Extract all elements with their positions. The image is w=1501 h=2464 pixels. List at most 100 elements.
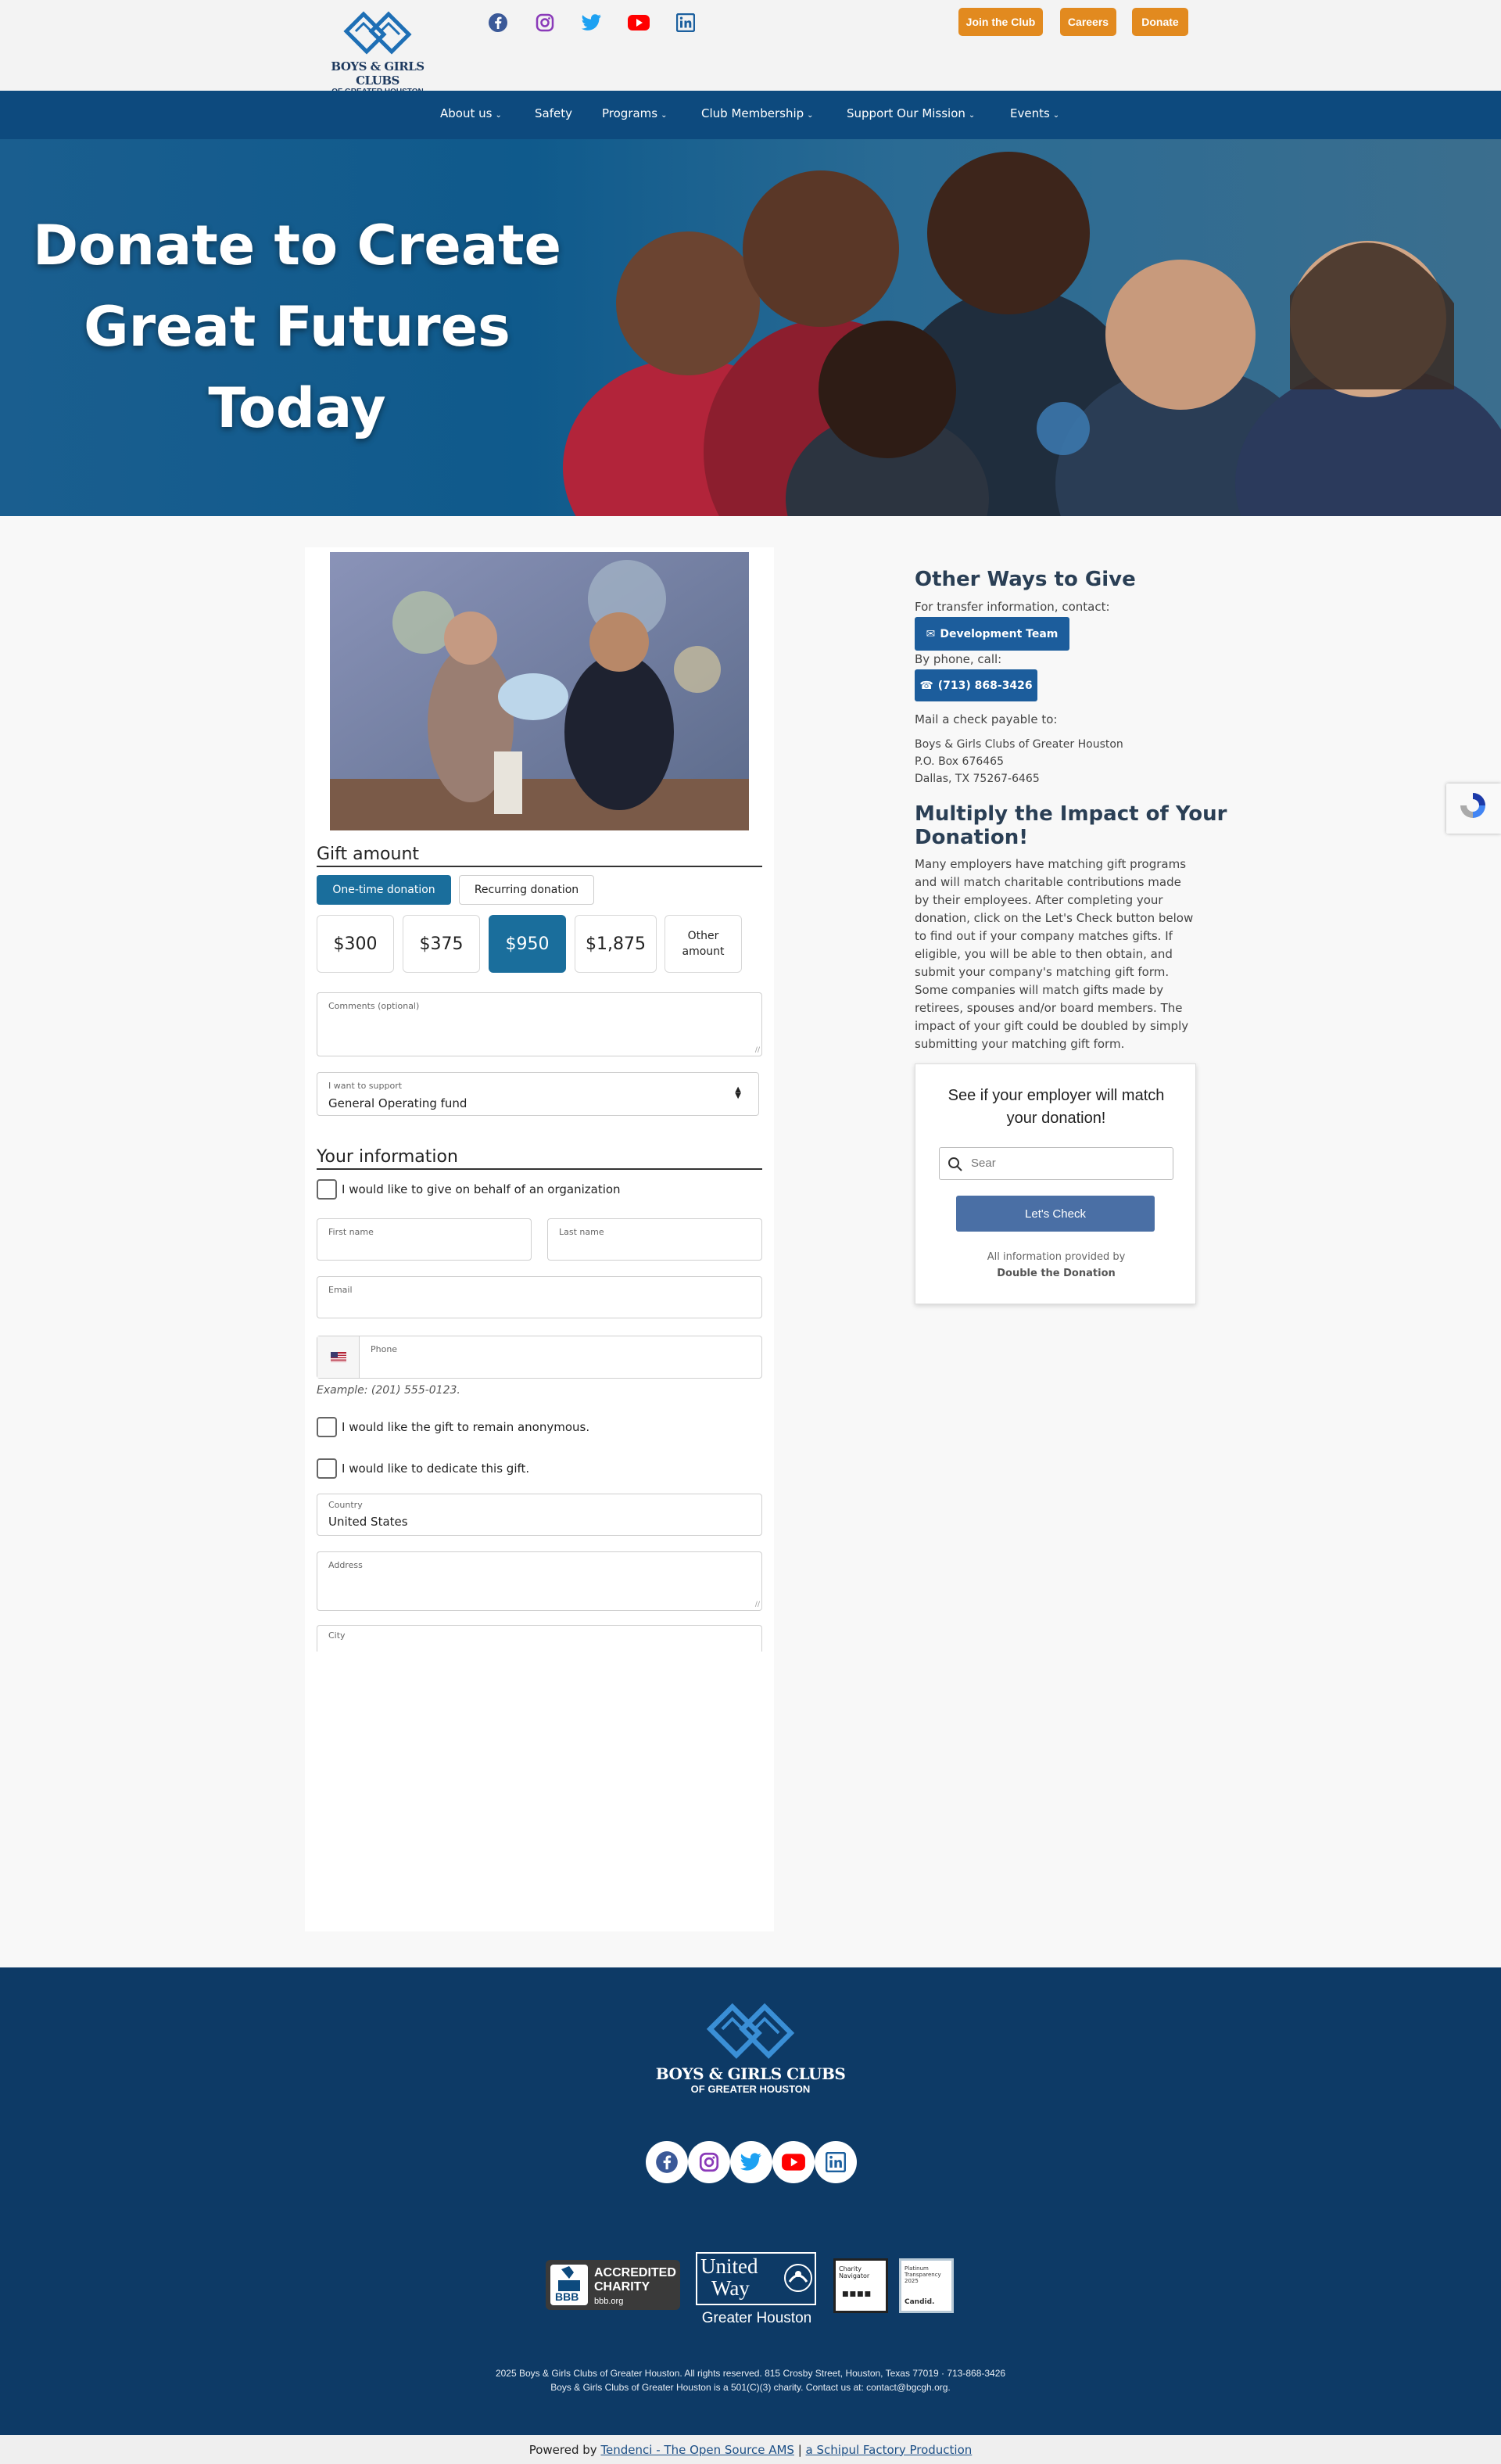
twitter-icon[interactable]	[579, 9, 605, 36]
science-kids-photo	[330, 552, 749, 830]
select-arrows-icon: ▲ ▼	[735, 1085, 741, 1100]
other-amount-option[interactable]: Other amount	[665, 915, 742, 973]
recaptcha-badge[interactable]	[1446, 784, 1501, 834]
support-value: General Operating fund	[328, 1096, 467, 1110]
first-name-field[interactable]: First name	[317, 1218, 532, 1261]
multiply-impact-heading: Multiply the Impact of Your Donation!	[915, 802, 1227, 849]
comments-textarea[interactable]: Comments (optional) ∕∕	[317, 992, 762, 1056]
footer-linkedin-icon[interactable]	[815, 2141, 857, 2183]
youtube-icon[interactable]	[625, 9, 652, 36]
charity-navigator-badge[interactable]: Charity Navigator ■■■■	[833, 2258, 888, 2313]
linkedin-icon[interactable]	[672, 9, 699, 36]
organization-checkbox[interactable]	[317, 1179, 337, 1200]
widget-attribution: All information provided by Double the D…	[915, 1249, 1197, 1282]
last-name-field[interactable]: Last name	[547, 1218, 762, 1261]
country-flag-selector[interactable]	[317, 1336, 360, 1378]
nav-label: Programs	[602, 106, 658, 120]
other-amount-label: Other	[687, 930, 719, 942]
nav-item-events[interactable]: Events ⌄	[1010, 106, 1059, 120]
employer-search-input[interactable]: Sear	[939, 1147, 1173, 1180]
phone-call-button[interactable]: ☎ (713) 868-3426	[915, 669, 1037, 701]
phone-icon: ☎	[919, 679, 933, 692]
double-the-donation-link[interactable]: Double the Donation	[915, 1265, 1197, 1282]
powered-by-text: Powered by	[528, 2442, 597, 2457]
anonymous-checkbox[interactable]	[317, 1417, 337, 1437]
phone-label: Phone	[371, 1344, 398, 1354]
chevron-down-icon: ⌄	[661, 111, 668, 120]
address-textarea[interactable]: Address ∕∕	[317, 1551, 762, 1611]
nav-item-club-membership[interactable]: Club Membership ⌄	[701, 106, 814, 120]
amount-option-375[interactable]: $375	[403, 915, 480, 973]
support-label: I want to support	[328, 1081, 403, 1091]
phone-example-text: Example: (201) 555-0123.	[317, 1384, 460, 1397]
resize-handle-icon[interactable]: ∕∕	[755, 1601, 760, 1609]
nav-item-safety[interactable]: Safety	[535, 106, 572, 120]
chevron-down-icon: ⌄	[968, 111, 976, 120]
site-logo[interactable]: BOYS & GIRLS CLUBS OF GREATER HOUSTON	[311, 8, 444, 96]
bbb-abbr: BBB	[555, 2290, 579, 2303]
uw-line: United	[700, 2254, 758, 2278]
other-amount-label: amount	[682, 945, 725, 958]
candid-text: Platinum Transparency 2025	[905, 2265, 941, 2284]
donate-button[interactable]: Donate	[1132, 8, 1188, 36]
recurring-donation-tab[interactable]: Recurring donation	[459, 875, 594, 905]
footer-copyright: 2025 Boys & Girls Clubs of Greater Houst…	[0, 2366, 1501, 2394]
nav-item-support-our-mission[interactable]: Support Our Mission ⌄	[847, 106, 975, 120]
phone-call-label: (713) 868-3426	[937, 679, 1033, 692]
copyright-line: 2025 Boys & Girls Clubs of Greater Houst…	[495, 2368, 1006, 2379]
resize-handle-icon[interactable]: ∕∕	[755, 1046, 760, 1054]
envelope-icon: ✉	[926, 627, 936, 640]
facebook-icon[interactable]	[485, 9, 511, 36]
first-name-label: First name	[328, 1227, 374, 1237]
tendenci-link[interactable]: Tendenci - The Open Source AMS	[600, 2443, 793, 2457]
support-fund-select[interactable]: I want to support General Operating fund…	[317, 1072, 759, 1116]
amount-option-950-selected[interactable]: $950	[489, 915, 566, 973]
city-field[interactable]: City	[317, 1625, 762, 1652]
address-line: P.O. Box 676465	[915, 755, 1004, 768]
mailing-address: Boys & Girls Clubs of Greater Houston P.…	[915, 736, 1123, 787]
amount-option-1875[interactable]: $1,875	[575, 915, 657, 973]
bbb-logo-icon: BBB	[550, 2265, 588, 2305]
matching-gift-paragraph: Many employers have matching gift progra…	[915, 857, 1194, 1051]
nav-item-about-us[interactable]: About us ⌄	[440, 106, 502, 120]
cn-line: Charity	[839, 2265, 862, 2272]
amount-option-300[interactable]: $300	[317, 915, 394, 973]
mail-check-text: Mail a check payable to:	[915, 712, 1058, 726]
powered-by-bar: Powered by Tendenci - The Open Source AM…	[0, 2435, 1501, 2464]
other-ways-heading: Other Ways to Give	[915, 568, 1136, 591]
careers-button[interactable]: Careers	[1060, 8, 1116, 36]
logo-text: BOYS & GIRLS CLUBS	[331, 59, 425, 88]
email-field[interactable]: Email	[317, 1276, 762, 1318]
country-field[interactable]: Country United States	[317, 1494, 762, 1536]
lets-check-button[interactable]: Let's Check	[956, 1196, 1155, 1232]
top-header	[0, 0, 1501, 91]
search-icon	[948, 1157, 962, 1171]
join-the-club-button[interactable]: Join the Club	[958, 8, 1043, 36]
nav-label: Safety	[535, 106, 572, 120]
heading-line: Donation!	[915, 826, 1029, 849]
footer-logo[interactable]: BOYS & GIRLS CLUBS OF GREATER HOUSTON	[633, 1999, 868, 2095]
cn-line: Navigator	[839, 2272, 870, 2279]
nav-item-programs[interactable]: Programs ⌄	[602, 106, 668, 120]
logo-hands-icon	[706, 2003, 795, 2059]
phone-field[interactable]: Phone	[317, 1336, 762, 1379]
dedicate-checkbox[interactable]	[317, 1458, 337, 1479]
logo-hands-icon	[343, 11, 412, 55]
schipul-link[interactable]: a Schipul Factory Production	[806, 2443, 973, 2457]
country-label: Country	[328, 1500, 363, 1510]
widget-title-line: your donation!	[1006, 1110, 1106, 1127]
bbb-accredited-badge[interactable]: BBB ACCREDITED CHARITY bbb.org	[546, 2260, 680, 2310]
chevron-down-icon: ⌄	[1052, 111, 1060, 120]
instagram-icon[interactable]	[532, 9, 558, 36]
uw-line: Way	[711, 2276, 750, 2300]
footer-facebook-icon[interactable]	[646, 2141, 688, 2183]
nav-label: Events	[1010, 106, 1050, 120]
footer-twitter-icon[interactable]	[730, 2141, 772, 2183]
comments-label: Comments (optional)	[328, 1001, 420, 1011]
footer-youtube-icon[interactable]	[772, 2141, 815, 2183]
candid-platinum-badge[interactable]: Platinum Transparency 2025 Candid.	[899, 2258, 954, 2313]
footer-instagram-icon[interactable]	[688, 2141, 730, 2183]
united-way-badge[interactable]: United Way Greater Houston	[694, 2252, 819, 2330]
development-team-button[interactable]: ✉ Development Team	[915, 617, 1069, 651]
one-time-donation-tab[interactable]: One-time donation	[317, 875, 451, 905]
